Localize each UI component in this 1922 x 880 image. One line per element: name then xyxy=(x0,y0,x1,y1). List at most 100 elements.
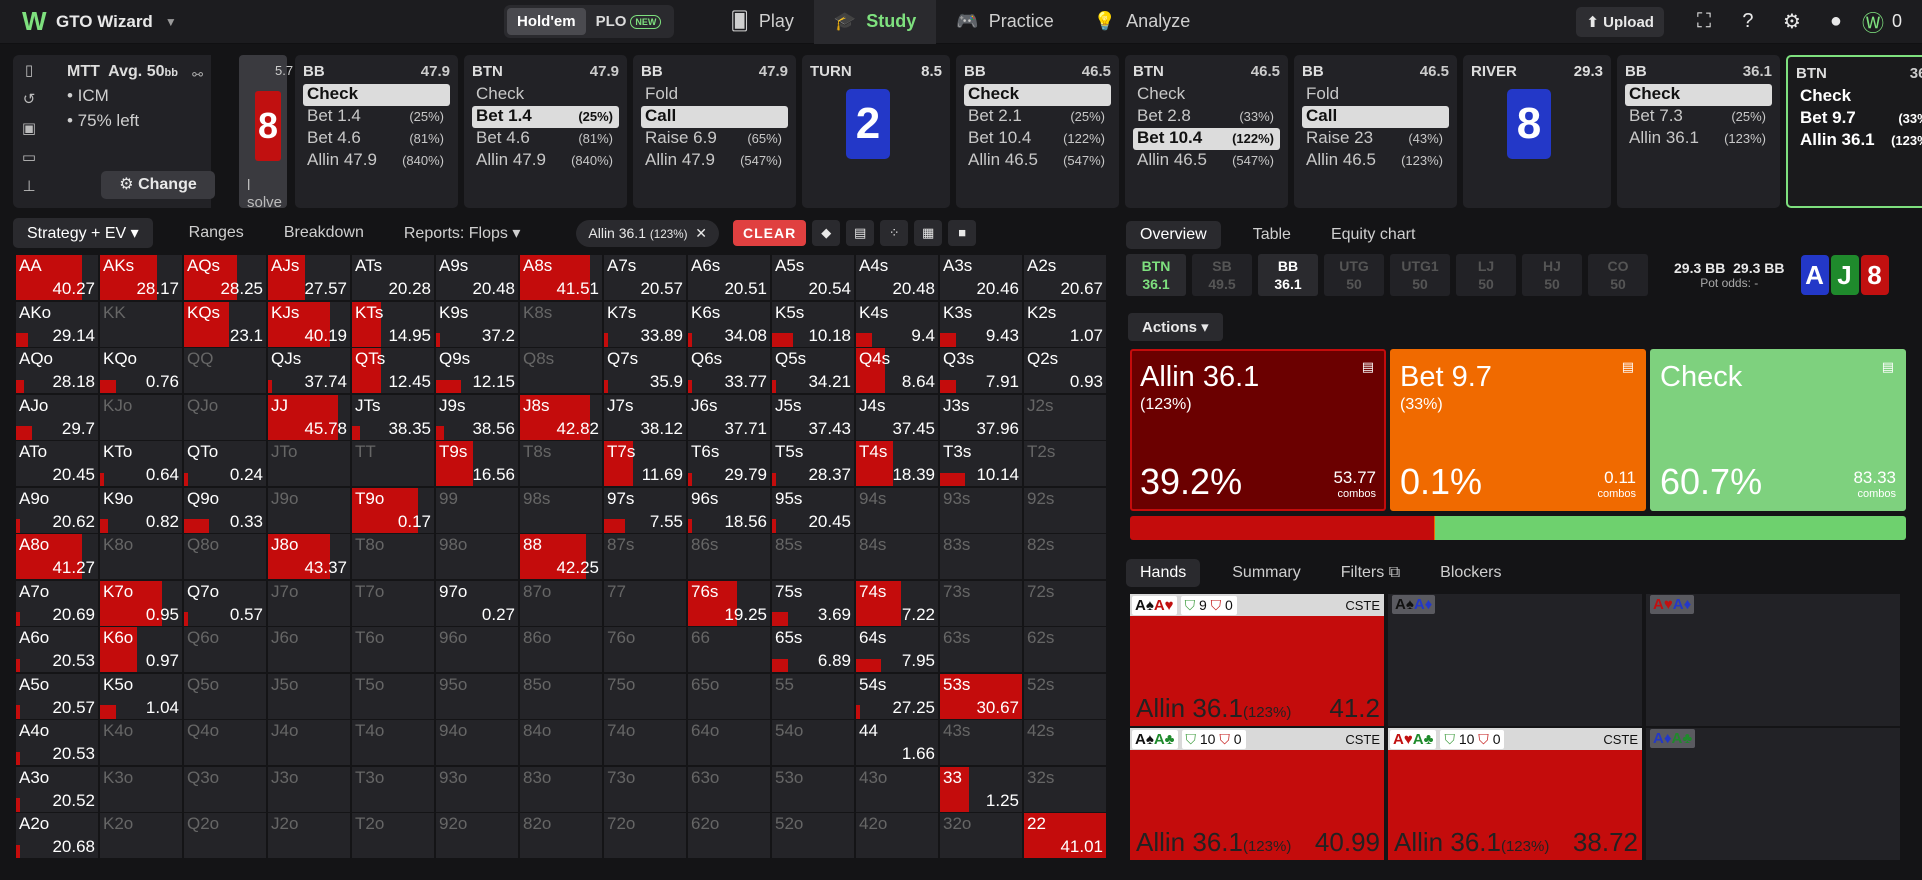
link-icon[interactable]: ⚯ xyxy=(192,67,203,83)
tab-ranges[interactable]: Ranges xyxy=(189,224,244,242)
hand-cell[interactable]: K4s 9.4 xyxy=(856,301,938,347)
hand-cell[interactable]: QJo xyxy=(184,394,266,440)
node-action-option[interactable]: Allin 36.1(123%) xyxy=(1625,128,1772,150)
hand-cell[interactable]: Q5s 34.21 xyxy=(772,348,854,393)
chevron-down-icon[interactable]: ▼ xyxy=(165,15,177,29)
tab-blockers[interactable]: Blockers xyxy=(1440,564,1501,582)
node-action-option[interactable]: Bet 7.3 (25%) xyxy=(1625,106,1772,128)
tab-table[interactable]: Table xyxy=(1253,226,1291,244)
hand-cell[interactable]: 74o xyxy=(604,720,686,765)
position-hj[interactable]: HJ 50 xyxy=(1522,254,1582,296)
node-action-option[interactable]: Bet 10.4 (122%) xyxy=(964,128,1111,150)
node-action-option[interactable]: Raise 6.9 (65%) xyxy=(641,128,788,150)
hand-cell[interactable]: Q8o xyxy=(184,534,266,579)
hand-cell[interactable]: 72s xyxy=(1024,580,1106,626)
hand-cell[interactable]: 84s xyxy=(856,534,938,579)
hand-cell[interactable]: A3o 20.52 xyxy=(16,766,98,812)
hand-cell[interactable]: A8s 41.51 xyxy=(520,255,602,300)
node-action-option[interactable]: Bet 4.6 (81%) xyxy=(303,128,450,150)
hand-cell[interactable]: 94s xyxy=(856,487,938,533)
hand-cell[interactable]: AJo 29.7 xyxy=(16,394,98,440)
hand-cell[interactable]: 87o xyxy=(520,580,602,626)
hand-cell[interactable]: 95o xyxy=(436,673,518,719)
action-node-bb[interactable]: BB 36.1 Check Bet 7.3 (25%) Allin 36.1 (123%) xyxy=(1617,55,1780,208)
node-action-option[interactable]: Call xyxy=(1302,106,1449,128)
hand-cell[interactable]: Q5o xyxy=(184,673,266,719)
position-co[interactable]: CO 50 xyxy=(1588,254,1648,296)
hand-cell[interactable]: Q4o xyxy=(184,720,266,765)
hand-cell[interactable]: A7o 20.69 xyxy=(16,580,98,626)
hand-cell[interactable]: 72o xyxy=(604,813,686,858)
hand-cell[interactable]: JJ 45.78 xyxy=(268,394,350,440)
node-action-option[interactable]: Check xyxy=(1796,86,1922,108)
hand-cell[interactable]: 73s xyxy=(940,580,1022,626)
combo-cell[interactable]: A♠A♦ xyxy=(1388,594,1644,726)
hand-cell[interactable]: KK xyxy=(100,301,182,347)
align-icon[interactable]: ⊥ xyxy=(22,177,35,206)
mode-plo-button[interactable]: PLO NEW xyxy=(586,8,672,35)
hand-cell[interactable]: T8s xyxy=(520,441,602,486)
hand-cell[interactable]: A7s 20.57 xyxy=(604,255,686,300)
hand-cell[interactable]: 82o xyxy=(520,813,602,858)
gamepad-icon[interactable]: ▭ xyxy=(22,148,36,177)
tab-breakdown[interactable]: Breakdown xyxy=(284,224,364,242)
change-button[interactable]: ⚙ Change xyxy=(101,171,215,199)
hand-cell[interactable]: 97s 7.55 xyxy=(604,487,686,533)
credits-display[interactable]: Ⓦ 0 xyxy=(1862,6,1902,38)
hand-cell[interactable]: J7s 38.12 xyxy=(604,394,686,440)
node-action-option[interactable]: Check xyxy=(1625,84,1772,106)
hand-cell[interactable]: A4s 20.48 xyxy=(856,255,938,300)
nav-study[interactable]: 🎓 Study xyxy=(813,0,937,44)
hand-cell[interactable]: K7o 0.95 xyxy=(100,580,182,626)
hand-cell[interactable]: Q3o xyxy=(184,766,266,812)
node-action-option[interactable]: Check xyxy=(1133,84,1280,106)
node-action-option[interactable]: Check xyxy=(964,84,1111,106)
hand-cell[interactable]: 63o xyxy=(688,766,770,812)
hand-cell[interactable]: J5s 37.43 xyxy=(772,394,854,440)
hand-cell[interactable]: 53o xyxy=(772,766,854,812)
hand-cell[interactable]: J2o xyxy=(268,813,350,858)
hand-cell[interactable]: KQs 23.1 xyxy=(184,301,266,347)
save-icon[interactable]: ▣ xyxy=(22,119,36,148)
hand-cell[interactable]: Q6s 33.77 xyxy=(688,348,770,393)
hand-cell[interactable]: K2o xyxy=(100,813,182,858)
gear-icon[interactable]: ⚙ xyxy=(1770,9,1814,34)
hand-cell[interactable]: 44 1.66 xyxy=(856,720,938,765)
screenshot-icon[interactable]: ⛶ xyxy=(1682,10,1726,33)
hand-cell[interactable]: A3s 20.46 xyxy=(940,255,1022,300)
hand-cell[interactable]: AKo 29.14 xyxy=(16,301,98,347)
hand-cell[interactable]: 83s xyxy=(940,534,1022,579)
nav-play[interactable]: 🂠 Play xyxy=(710,0,813,44)
hand-cell[interactable]: T4s 18.39 xyxy=(856,441,938,486)
clear-button[interactable]: CLEAR xyxy=(732,220,807,246)
user-icon[interactable]: ● xyxy=(1814,10,1858,33)
hand-cell[interactable]: J8o 43.37 xyxy=(268,534,350,579)
hand-cell[interactable]: T2s xyxy=(1024,441,1106,486)
hand-cell[interactable]: K9s 37.2 xyxy=(436,301,518,347)
mode-holdem-button[interactable]: Hold'em xyxy=(507,8,586,35)
hand-cell[interactable]: K7s 33.89 xyxy=(604,301,686,347)
hand-cell[interactable]: 54s 27.25 xyxy=(856,673,938,719)
hand-cell[interactable]: Q8s xyxy=(520,348,602,393)
node-action-option[interactable]: Allin 47.9 (840%) xyxy=(303,150,450,172)
hand-cell[interactable]: AKs 28.17 xyxy=(100,255,182,300)
hand-cell[interactable]: 52o xyxy=(772,813,854,858)
hand-cell[interactable]: 74s 7.22 xyxy=(856,580,938,626)
hand-cell[interactable]: 66 xyxy=(688,627,770,672)
node-action-option[interactable]: Bet 1.4 (25%) xyxy=(303,106,450,128)
position-bb[interactable]: BB 36.1 xyxy=(1258,254,1318,296)
hand-cell[interactable]: 75s 3.69 xyxy=(772,580,854,626)
hand-cell[interactable]: 75o xyxy=(604,673,686,719)
hand-cell[interactable]: J4o xyxy=(268,720,350,765)
hand-cell[interactable]: T7o xyxy=(352,580,434,626)
hand-cell[interactable]: T5s 28.37 xyxy=(772,441,854,486)
hand-cell[interactable]: ATo 20.45 xyxy=(16,441,98,486)
hand-cell[interactable]: 77 xyxy=(604,580,686,626)
node-action-option[interactable]: Allin 46.5 (547%) xyxy=(964,150,1111,172)
hand-cell[interactable]: ATs 20.28 xyxy=(352,255,434,300)
hand-cell[interactable]: 82s xyxy=(1024,534,1106,579)
hand-cell[interactable]: A2s 20.67 xyxy=(1024,255,1106,300)
hand-cell[interactable]: 87s xyxy=(604,534,686,579)
hand-cell[interactable]: T6o xyxy=(352,627,434,672)
combo-cell[interactable]: A♠A♥ ⛉ 9 ⛉ 0 CSTE Allin 36.1(123%) 41.2 xyxy=(1130,594,1386,726)
